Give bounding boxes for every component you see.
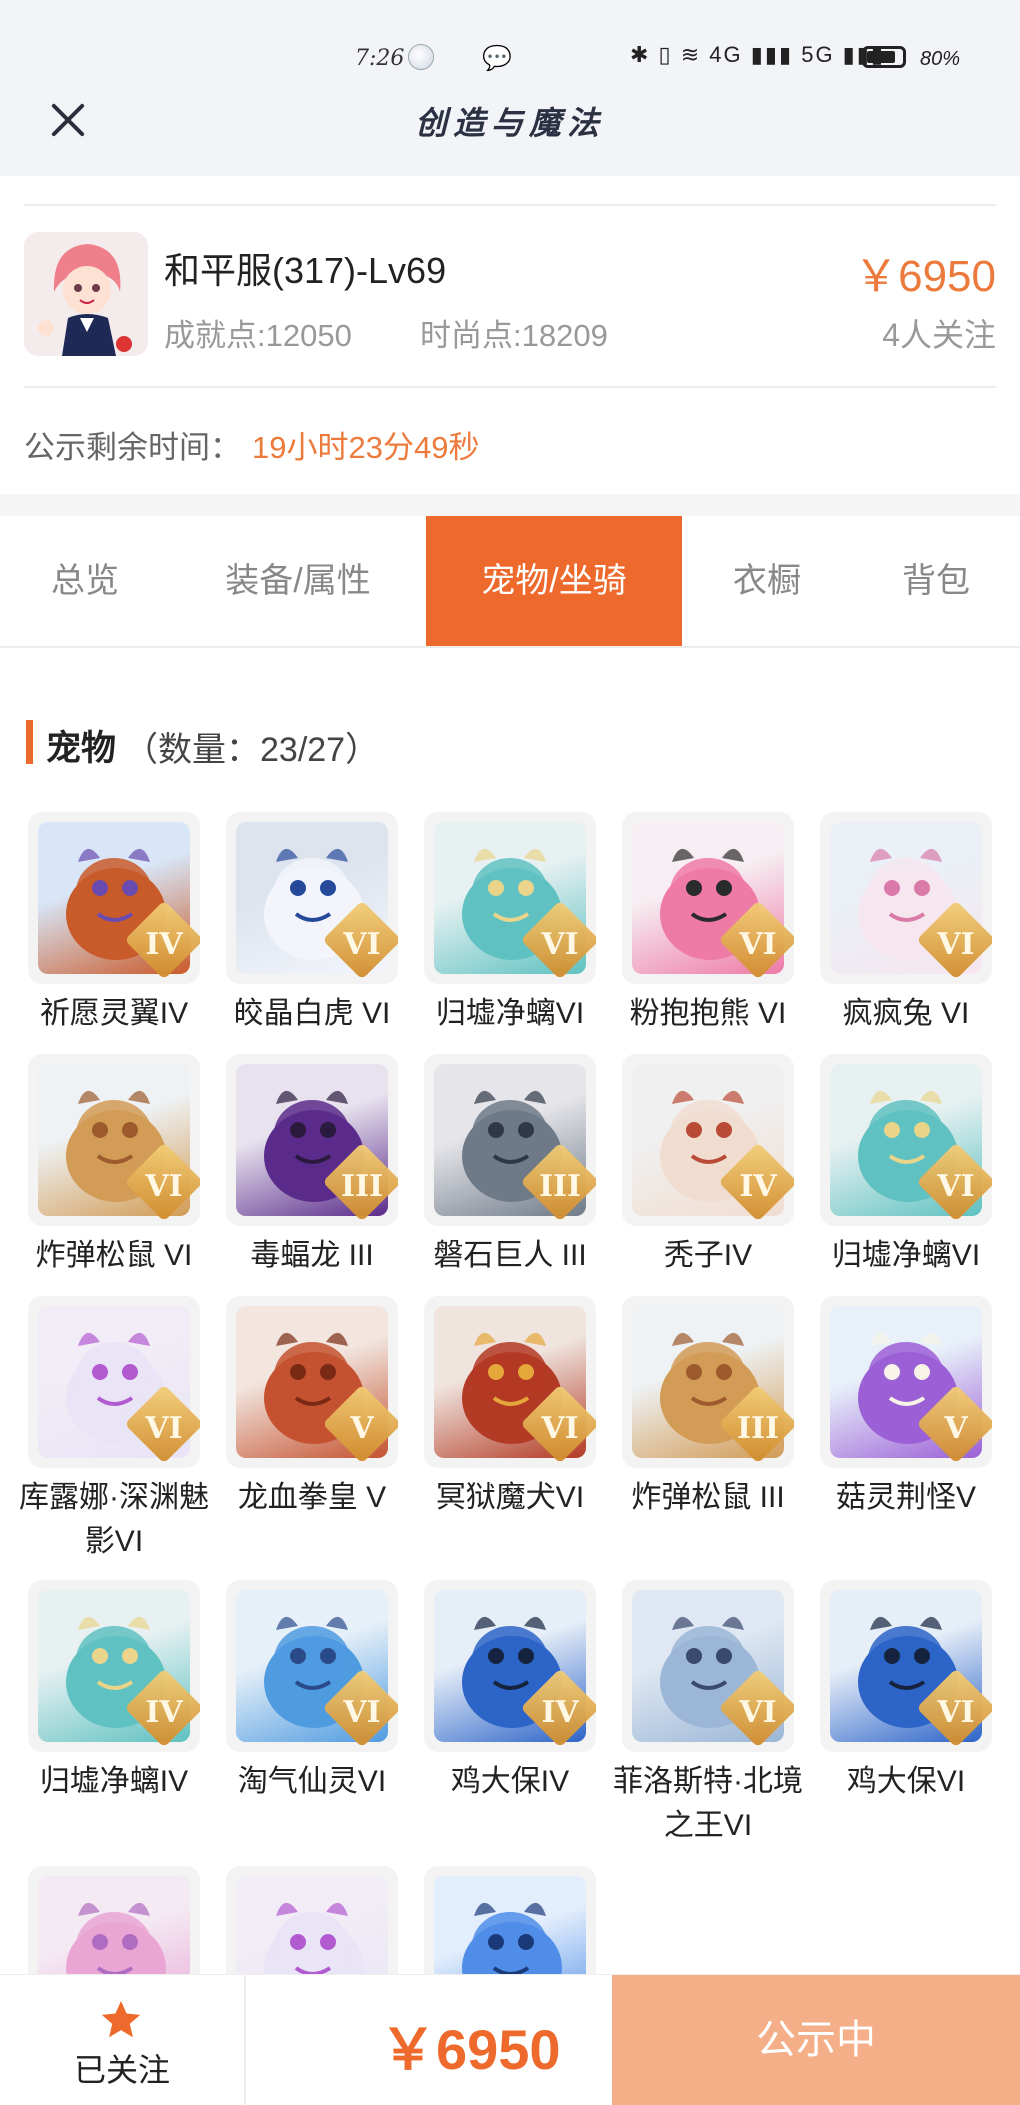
pet-image: VI [622, 812, 794, 984]
pet-image: VI [820, 1580, 992, 1752]
pet-name: 毒蝠龙 III [250, 1239, 374, 1272]
title-bar: 创造与魔法 [0, 80, 1020, 176]
follower-count: 4人关注 [882, 317, 996, 353]
status-bar: 7:26 💬 ✱ ▯ ≋ 4G ▮▮▮ 5G ▮▮▮ 80% [0, 0, 1020, 80]
divider [24, 204, 996, 206]
pet-image: VI [424, 1296, 596, 1468]
status-button[interactable]: 公示中 [612, 1975, 1020, 2105]
pet-image: III [226, 1054, 398, 1226]
grade-badge-text: IV [145, 927, 183, 962]
pet-name: 归墟净螭VI [435, 997, 585, 1030]
pet-image: VI [424, 812, 596, 984]
pet-name: 冥狱魔犬VI [435, 1481, 585, 1514]
pet-name: 淘气仙灵VI [237, 1765, 387, 1798]
notice-countdown: 19小时23分49秒 [252, 430, 480, 465]
pet-image: VI [820, 812, 992, 984]
network-indicators: ✱ ▯ ≋ 4G ▮▮▮ 5G ▮▮▮ [630, 42, 885, 67]
grade-badge-text: VI [937, 1169, 975, 1204]
pet-image: III [424, 1054, 596, 1226]
pet-image: V [820, 1296, 992, 1468]
tab-pets[interactable]: 宠物/坐骑 [426, 516, 682, 646]
tab-wardrobe[interactable]: 衣橱 [682, 516, 852, 646]
pet-name: 祈愿灵翼IV [39, 997, 189, 1030]
divider [24, 386, 996, 388]
grade-badge-text: IV [145, 1695, 183, 1730]
pet-name: 鸡大保IV [450, 1765, 570, 1798]
pet-image: VI [226, 1580, 398, 1752]
grade-badge-text: V [944, 1411, 968, 1446]
section-count: （数量：23/27） [124, 731, 380, 769]
star-icon [101, 2000, 141, 2038]
wechat-icon: 💬 [482, 45, 512, 72]
pet-image: IV [28, 1580, 200, 1752]
grade-badge-text: VI [343, 1695, 381, 1730]
pet-image: IV [424, 1580, 596, 1752]
pet-name: 炸弹松鼠 III [631, 1481, 785, 1514]
tab-equipment[interactable]: 装备/属性 [170, 516, 426, 646]
grade-badge-text: VI [145, 1411, 183, 1446]
pet-name: 菇灵荆怪V [835, 1481, 976, 1514]
pet-name: 归墟净螭VI [831, 1239, 981, 1272]
bottom-bar: 已关注 ￥6950 公示中 [0, 1974, 1020, 2105]
pet-name: 龙血拳皇 V [237, 1481, 387, 1514]
battery-icon [862, 46, 906, 68]
tab-bag[interactable]: 背包 [852, 516, 1020, 646]
pet-image: VI [622, 1580, 794, 1752]
pet-name: 菲洛斯特·北境之王VI [613, 1765, 803, 1842]
pet-image: IV [622, 1054, 794, 1226]
fashion-points: 时尚点:18209 [420, 318, 608, 353]
pet-name: 皎晶白虎 VI [233, 997, 391, 1030]
pet-image: V [226, 1296, 398, 1468]
grade-badge-text: VI [145, 1169, 183, 1204]
pet-name: 库露娜·深渊魅影VI [19, 1481, 209, 1558]
follow-button[interactable]: 已关注 [0, 1975, 246, 2105]
pet-name: 归墟净螭IV [39, 1765, 189, 1798]
pet-image: IV [28, 812, 200, 984]
pet-image: VI [28, 1054, 200, 1226]
grade-badge-text: VI [541, 927, 579, 962]
pet-name: 疯疯兔 VI [842, 997, 970, 1030]
grade-badge-text: V [350, 1411, 374, 1446]
grade-badge-text: IV [541, 1695, 579, 1730]
pet-name: 炸弹松鼠 VI [35, 1239, 193, 1272]
tab-bar: 总览 装备/属性 宠物/坐骑 衣橱 背包 [0, 516, 1020, 648]
grade-badge-text: IV [739, 1169, 777, 1204]
pet-image: VI [820, 1054, 992, 1226]
grade-badge-text: VI [937, 927, 975, 962]
grade-badge-text: VI [343, 927, 381, 962]
grade-badge-text: VI [739, 927, 777, 962]
grade-badge-text: III [736, 1411, 780, 1446]
grade-badge-text: III [538, 1169, 582, 1204]
pet-image: VI [28, 1296, 200, 1468]
achievement-points: 成就点:12050 [164, 318, 352, 353]
notice-label: 公示剩余时间： [24, 430, 241, 465]
notification-icon [408, 44, 434, 70]
status-time: 7:26 [355, 46, 405, 71]
grade-badge-text: VI [541, 1411, 579, 1446]
section-title: 宠物 [46, 729, 117, 768]
role-price: ￥6950 [854, 252, 996, 301]
grade-badge-text: VI [937, 1695, 975, 1730]
pet-image: VI [226, 812, 398, 984]
role-avatar [24, 232, 148, 356]
pet-image: III [622, 1296, 794, 1468]
grade-badge-text: III [340, 1169, 384, 1204]
section-gap [0, 494, 1020, 516]
pet-name: 鸡大保VI [846, 1765, 966, 1798]
grade-badge-text: VI [739, 1695, 777, 1730]
bottom-price: ￥6950 [380, 2018, 561, 2081]
role-name: 和平服(317)-Lv69 [164, 250, 447, 291]
battery-percent: 80% [920, 48, 961, 70]
tab-overview[interactable]: 总览 [0, 516, 170, 646]
section-marker [26, 720, 33, 764]
app-title: 创造与魔法 [414, 104, 605, 142]
pet-name: 秃子IV [663, 1239, 753, 1272]
pet-name: 磐石巨人 III [433, 1239, 587, 1272]
follow-label: 已关注 [73, 2052, 170, 2088]
pet-name: 粉抱抱熊 VI [629, 997, 787, 1030]
